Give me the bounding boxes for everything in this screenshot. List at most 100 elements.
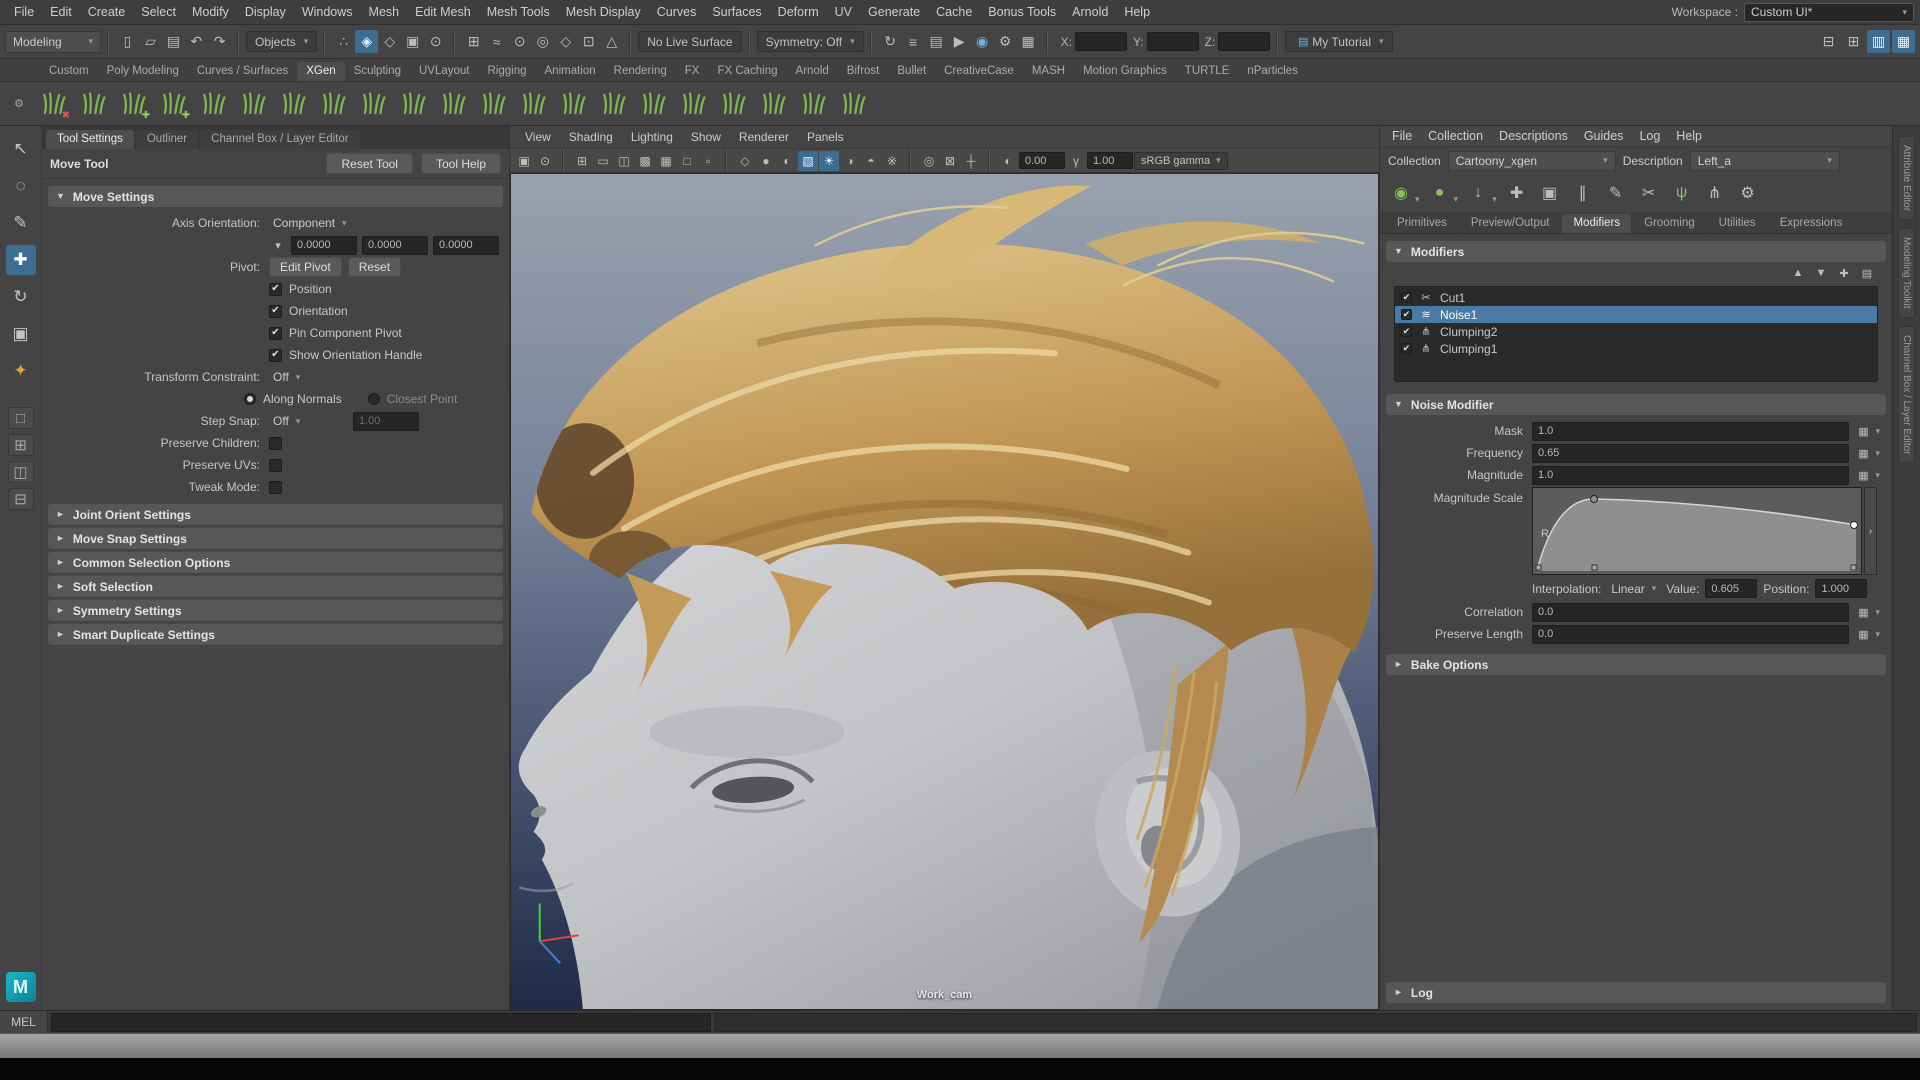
lasso-tool-button[interactable]: ◌	[6, 171, 36, 201]
common-selection-options-header[interactable]: ► Common Selection Options	[48, 552, 503, 573]
shelf-tab-turtle[interactable]: TURTLE	[1176, 62, 1239, 81]
map-icon[interactable]: ▦	[1854, 444, 1872, 462]
tab-channel-box[interactable]: Channel Box / Layer Editor	[200, 130, 359, 149]
lock-camera-icon[interactable]: ⊙	[535, 151, 555, 171]
menu-item-curves[interactable]: Curves	[649, 2, 705, 22]
ipr-render-icon[interactable]: ◉	[971, 30, 994, 53]
layout-split-top-bottom-button[interactable]: ⊟	[8, 488, 34, 510]
export-patches-icon[interactable]: ↓	[1465, 180, 1491, 206]
menu-set-select[interactable]: Modeling ▾	[5, 31, 101, 53]
xgen-shelf-icon[interactable]	[276, 86, 312, 122]
shelf-tab-nparticles[interactable]: nParticles	[1238, 62, 1307, 81]
tab-preview-output[interactable]: Preview/Output	[1460, 214, 1561, 233]
save-scene-icon[interactable]: ▤	[162, 30, 185, 53]
shelf-tab-bifrost[interactable]: Bifrost	[838, 62, 889, 81]
axis-z-input[interactable]	[433, 236, 499, 255]
toolbar-separator[interactable]	[321, 30, 328, 54]
safe-title-icon[interactable]: ▫	[698, 151, 718, 171]
xgen-shelf-icon[interactable]	[76, 86, 112, 122]
menu-item-mesh[interactable]: Mesh	[361, 2, 408, 22]
map-icon[interactable]: ▦	[1854, 422, 1872, 440]
snap-to-curve-icon[interactable]: ≈	[485, 30, 508, 53]
preview-visibility-icon[interactable]: ◉	[1388, 180, 1414, 206]
chevron-down-icon[interactable]: ▾	[1875, 427, 1880, 436]
xgen-shelf-icon[interactable]	[836, 86, 872, 122]
smart-duplicate-settings-header[interactable]: ► Smart Duplicate Settings	[48, 624, 503, 645]
paint-select-tool-button[interactable]: ✎	[6, 208, 36, 238]
shelf-tab-uvlayout[interactable]: UVLayout	[410, 62, 479, 81]
xgen-menu-collection[interactable]: Collection	[1420, 126, 1491, 146]
paint-effects-icon[interactable]: ▦	[1017, 30, 1040, 53]
viewport-menu-lighting[interactable]: Lighting	[622, 128, 682, 146]
shelf-tab-poly-modeling[interactable]: Poly Modeling	[98, 62, 188, 81]
shaded-icon[interactable]: ●	[756, 151, 776, 171]
exposure-field[interactable]: 0.00	[1019, 152, 1065, 169]
shelf-tab-fx[interactable]: FX	[676, 62, 709, 81]
mel-command-input[interactable]	[51, 1013, 711, 1032]
tab-grooming[interactable]: Grooming	[1633, 214, 1706, 233]
reset-tool-button[interactable]: Reset Tool	[326, 153, 412, 174]
description-select[interactable]: Left_a ▾	[1690, 151, 1840, 171]
xgen-shelf-icon[interactable]	[676, 86, 712, 122]
xgen-shelf-icon[interactable]	[476, 86, 512, 122]
ambient-occlusion-icon[interactable]: ◓	[861, 151, 881, 171]
modifiers-header[interactable]: ▼ Modifiers	[1386, 241, 1886, 262]
move-tool-button[interactable]: ✚	[6, 245, 36, 275]
use-all-lights-icon[interactable]: ☀	[819, 151, 839, 171]
select-mesh-icon[interactable]: ▣	[401, 30, 424, 53]
menu-item-cache[interactable]: Cache	[928, 2, 980, 22]
film-gate-icon[interactable]: ▭	[593, 151, 613, 171]
menu-item-uv[interactable]: UV	[827, 2, 860, 22]
shelf-tab-sculpting[interactable]: Sculpting	[345, 62, 410, 81]
value-input[interactable]	[1705, 579, 1757, 598]
preserve-length-input[interactable]	[1532, 625, 1849, 644]
xgen-shelf-icon[interactable]	[596, 86, 632, 122]
undo-icon[interactable]: ↶	[185, 30, 208, 53]
tool-help-button[interactable]: Tool Help	[421, 153, 501, 174]
viewport-layout-icon[interactable]: ▦	[1892, 30, 1915, 53]
sidebar-tab-attribute-editor[interactable]: Attribute Editor	[1898, 136, 1915, 220]
step-snap-select[interactable]: Off ▾	[269, 412, 353, 430]
toolbar-separator[interactable]	[627, 30, 634, 54]
make-live-icon[interactable]: △	[600, 30, 623, 53]
xgen-shelf-icon[interactable]	[516, 86, 552, 122]
toolbar-separator[interactable]	[986, 149, 993, 173]
open-scene-icon[interactable]: ▱	[139, 30, 162, 53]
snap-to-plane-icon[interactable]: ◇	[554, 30, 577, 53]
tweak-mode-checkbox[interactable]	[269, 481, 282, 494]
mel-language-toggle[interactable]: MEL	[0, 1011, 48, 1033]
y-coordinate-input[interactable]	[1147, 32, 1199, 51]
toolbar-separator[interactable]	[451, 30, 458, 54]
show-orientation-handle-checkbox[interactable]: ✔	[269, 349, 282, 362]
snap-to-view-icon[interactable]: ⊡	[577, 30, 600, 53]
xgen-menu-guides[interactable]: Guides	[1576, 126, 1632, 146]
menu-item-help[interactable]: Help	[1116, 2, 1158, 22]
select-camera-icon[interactable]: ▣	[514, 151, 534, 171]
snap-to-point-icon[interactable]: ⊙	[508, 30, 531, 53]
layout-single-pane-button[interactable]: □	[8, 407, 34, 429]
toolbar-separator[interactable]	[907, 149, 914, 173]
ramp-zoom-handle[interactable]: ›	[1864, 487, 1877, 575]
magnitude-input[interactable]	[1532, 466, 1849, 485]
modifier-row-clumping1[interactable]: ✔ ⋔ Clumping1	[1395, 340, 1877, 357]
shelf-tab-creativecase[interactable]: CreativeCase	[935, 62, 1023, 81]
modifier-row-noise1[interactable]: ✔ ≋ Noise1	[1395, 306, 1877, 323]
toolbar-separator[interactable]	[746, 30, 753, 54]
construction-history-icon[interactable]: ↻	[879, 30, 902, 53]
step-snap-amount-input[interactable]	[353, 412, 419, 431]
tool-settings-scroll[interactable]: ▼ Move Settings Axis Orientation: Compon…	[42, 179, 509, 1010]
z-coordinate-input[interactable]	[1218, 32, 1270, 51]
last-tool-button[interactable]: ✦	[6, 356, 36, 386]
tab-modifiers[interactable]: Modifiers	[1562, 214, 1631, 233]
grid-toggle-icon[interactable]: ⊞	[572, 151, 592, 171]
viewport-menu-panels[interactable]: Panels	[798, 128, 853, 146]
sculpt-guides-icon[interactable]: ✎	[1603, 180, 1629, 206]
xgen-shelf-icon[interactable]	[436, 86, 472, 122]
menu-item-arnold[interactable]: Arnold	[1064, 2, 1116, 22]
shelf-tab-motion-graphics[interactable]: Motion Graphics	[1074, 62, 1176, 81]
shelf-tab-arnold[interactable]: Arnold	[787, 62, 838, 81]
menu-item-create[interactable]: Create	[80, 2, 134, 22]
shelf-tab-animation[interactable]: Animation	[536, 62, 605, 81]
shelf-tab-xgen[interactable]: XGen	[297, 62, 344, 81]
wireframe-on-shaded-icon[interactable]: ◐	[777, 151, 797, 171]
